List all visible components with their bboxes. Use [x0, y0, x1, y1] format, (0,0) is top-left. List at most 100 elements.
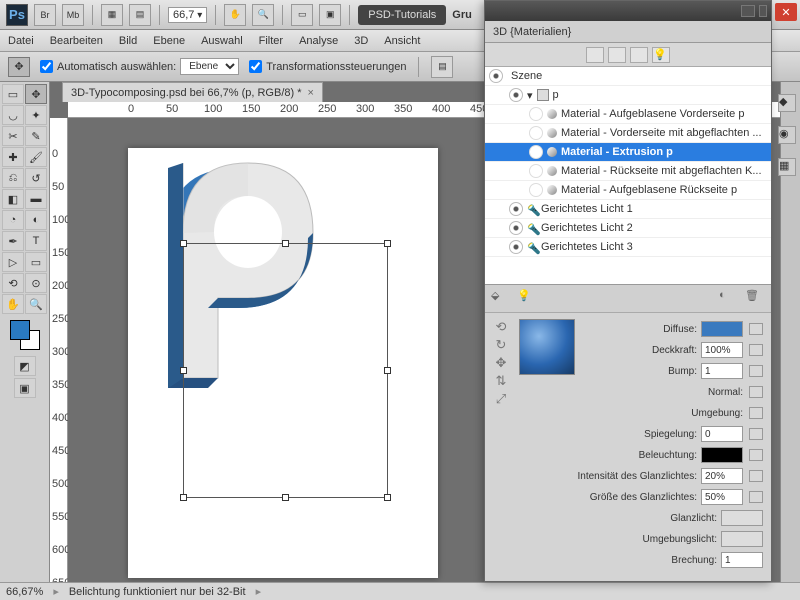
layers-panel-icon[interactable]: ▦	[778, 158, 796, 176]
handle-ne[interactable]	[384, 240, 391, 247]
zoom-tool[interactable]: 🔍	[25, 294, 47, 314]
visibility-toggle[interactable]	[509, 240, 523, 254]
zoom-tool-button[interactable]: 🔍	[252, 4, 274, 26]
material-preview[interactable]	[519, 319, 575, 375]
hand-tool-button[interactable]: ✋	[224, 4, 246, 26]
opacity-texture-icon[interactable]	[749, 344, 763, 356]
filter-scene-icon[interactable]	[586, 47, 604, 63]
3d-camera-tool[interactable]: ⊙	[25, 273, 47, 293]
arrange-button[interactable]: ▭	[291, 4, 313, 26]
specular-swatch[interactable]	[721, 510, 763, 526]
handle-sw[interactable]	[180, 494, 187, 501]
shape-tool[interactable]: ▭	[25, 252, 47, 272]
render-settings-icon[interactable]: ⬙	[491, 289, 511, 309]
gloss-size-input[interactable]: 50%	[701, 489, 743, 505]
scene-row-material[interactable]: Material - Vorderseite mit abgeflachten …	[485, 124, 771, 143]
scene-row-material[interactable]: Material - Aufgeblasene Rückseite p	[485, 181, 771, 200]
menu-ansicht[interactable]: Ansicht	[384, 35, 420, 47]
scene-tree[interactable]: Szene ▾p Material - Aufgeblasene Vorders…	[485, 67, 771, 285]
scene-row-root[interactable]: Szene	[485, 67, 771, 86]
scene-row-light[interactable]: 🔦Gerichtetes Licht 1	[485, 200, 771, 219]
brush-tool[interactable]: 🖌	[25, 147, 47, 167]
eyedropper-tool[interactable]: ✎	[25, 126, 47, 146]
marquee-tool[interactable]: ▭	[2, 84, 24, 104]
bridge-button[interactable]: Br	[34, 4, 56, 26]
history-brush-tool[interactable]: ↺	[25, 168, 47, 188]
document-tab[interactable]: 3D-Typocomposing.psd bei 66,7% (p, RGB/8…	[62, 82, 323, 102]
handle-n[interactable]	[282, 240, 289, 247]
close-tab-icon[interactable]: ×	[308, 87, 314, 99]
wand-tool[interactable]: ✦	[25, 105, 47, 125]
menu-bild[interactable]: Bild	[119, 35, 137, 47]
screen-mode-button[interactable]: ▣	[319, 4, 341, 26]
transform-controls-checkbox[interactable]	[249, 60, 262, 73]
illumination-swatch[interactable]	[701, 447, 743, 463]
3d-slide-icon[interactable]: ⇅	[491, 373, 511, 389]
visibility-toggle[interactable]	[489, 69, 503, 83]
scene-row-light[interactable]: 🔦Gerichtetes Licht 2	[485, 219, 771, 238]
visibility-toggle[interactable]	[509, 202, 523, 216]
crop-tool[interactable]: ✂	[2, 126, 24, 146]
hand-tool[interactable]: ✋	[2, 294, 24, 314]
panel-header[interactable]	[485, 1, 771, 21]
pen-tool[interactable]: ✒	[2, 231, 24, 251]
dodge-tool[interactable]: ◐	[25, 210, 47, 230]
new-light-icon[interactable]: 💡	[517, 289, 537, 309]
menu-filter[interactable]: Filter	[259, 35, 283, 47]
reflection-texture-icon[interactable]	[749, 428, 763, 440]
menu-3d[interactable]: 3D	[354, 35, 368, 47]
auto-select-dropdown[interactable]: Ebene	[180, 58, 239, 75]
3d-rotate-icon[interactable]: ⟲	[491, 319, 511, 335]
filter-materials-icon[interactable]	[630, 47, 648, 63]
visibility-toggle[interactable]	[509, 88, 523, 102]
status-zoom[interactable]: 66,67%	[6, 586, 43, 598]
scene-row-mesh-p[interactable]: ▾p	[485, 86, 771, 105]
menu-analyse[interactable]: Analyse	[299, 35, 338, 47]
reflection-input[interactable]: 0	[701, 426, 743, 442]
view-extras-button[interactable]: ▦	[101, 4, 123, 26]
diffuse-swatch[interactable]	[701, 321, 743, 337]
diffuse-texture-icon[interactable]	[749, 323, 763, 335]
ambient-swatch[interactable]	[721, 531, 763, 547]
handle-se[interactable]	[384, 494, 391, 501]
workspace-overflow[interactable]: Gru	[452, 9, 472, 21]
scene-row-material[interactable]: Material - Aufgeblasene Vorderseite p	[485, 105, 771, 124]
scene-row-light[interactable]: 🔦Gerichtetes Licht 3	[485, 238, 771, 257]
transform-bounding-box[interactable]	[183, 243, 388, 498]
zoom-select[interactable]: 66,7 ▾	[168, 7, 207, 23]
3d-rotate-tool[interactable]: ⟲	[2, 273, 24, 293]
normal-texture-icon[interactable]	[749, 386, 763, 398]
menu-datei[interactable]: Datei	[8, 35, 34, 47]
3d-scale-icon[interactable]: ⤢	[491, 391, 511, 407]
gloss-intensity-texture-icon[interactable]	[749, 470, 763, 482]
handle-w[interactable]	[180, 367, 187, 374]
menu-auswahl[interactable]: Auswahl	[201, 35, 243, 47]
color-panel-icon[interactable]: ◉	[778, 126, 796, 144]
3d-roll-icon[interactable]: ↻	[491, 337, 511, 353]
canvas[interactable]	[128, 148, 438, 578]
path-select-tool[interactable]: ▷	[2, 252, 24, 272]
illumination-texture-icon[interactable]	[749, 449, 763, 461]
type-tool[interactable]: T	[25, 231, 47, 251]
gradient-tool[interactable]: ▬	[25, 189, 47, 209]
menu-bearbeiten[interactable]: Bearbeiten	[50, 35, 103, 47]
bump-texture-icon[interactable]	[749, 365, 763, 377]
delete-icon[interactable]: 🗑	[745, 289, 765, 309]
scene-row-material-selected[interactable]: Material - Extrusion p	[485, 143, 771, 162]
eraser-tool[interactable]: ◧	[2, 189, 24, 209]
color-swatches[interactable]	[10, 320, 40, 350]
toggle-icon[interactable]: ◐	[719, 289, 739, 309]
screenmode-toggle[interactable]: ▣	[14, 378, 36, 398]
move-tool[interactable]: ✥	[25, 84, 47, 104]
panel-tab-3d[interactable]: 3D {Materialien}	[485, 21, 771, 43]
quickmask-toggle[interactable]: ◩	[14, 356, 36, 376]
swatches-panel-icon[interactable]: ◆	[778, 94, 796, 112]
auto-select-checkbox[interactable]	[40, 60, 53, 73]
gloss-intensity-input[interactable]: 20%	[701, 468, 743, 484]
close-button[interactable]: ✕	[775, 3, 797, 21]
handle-e[interactable]	[384, 367, 391, 374]
move-tool-icon[interactable]: ✥	[8, 57, 30, 77]
app-logo[interactable]: Ps	[6, 4, 28, 26]
gloss-size-texture-icon[interactable]	[749, 491, 763, 503]
environment-texture-icon[interactable]	[749, 407, 763, 419]
